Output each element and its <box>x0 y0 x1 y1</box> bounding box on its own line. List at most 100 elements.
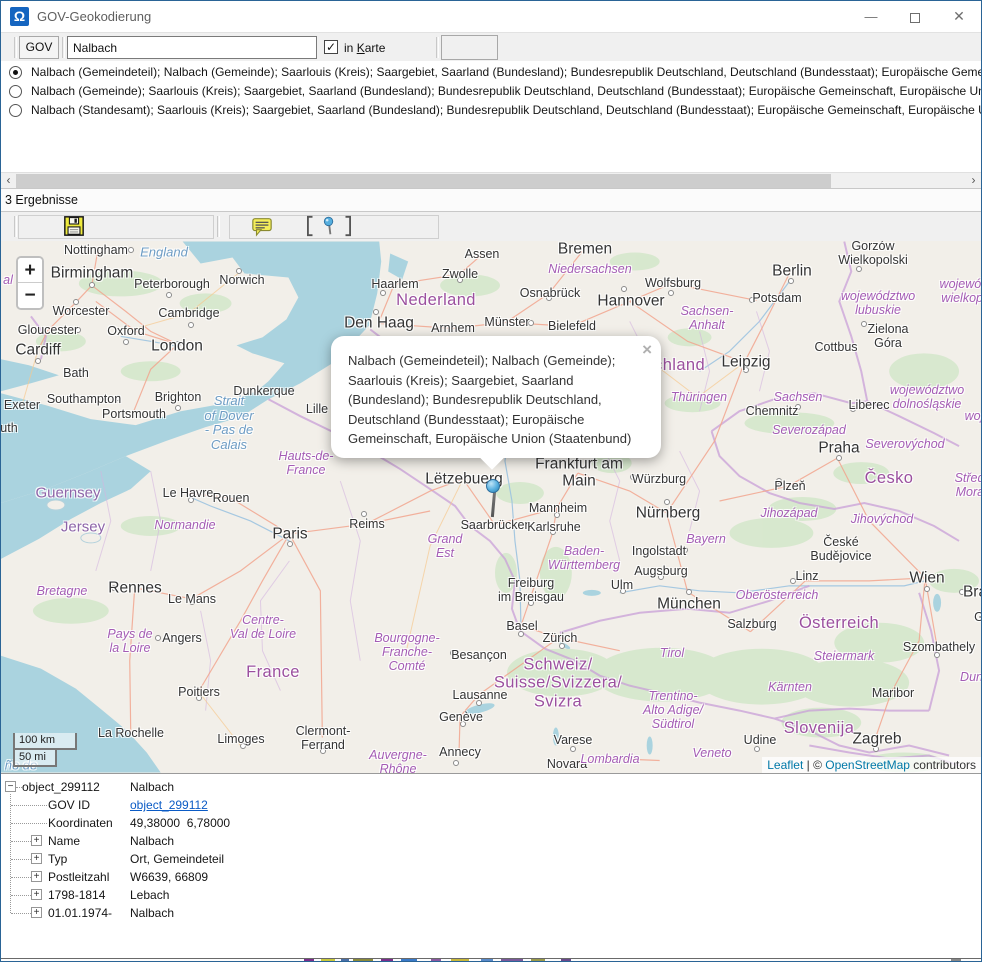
clipped-content-sliver <box>1 958 981 961</box>
tree-row-value: Lebach <box>130 886 169 904</box>
result-option[interactable]: Nalbach (Standesamt); Saarlouis (Kreis);… <box>1 101 981 120</box>
city-dot <box>873 746 879 752</box>
tree-row-value: Ort, Gemeindeteil <box>130 850 224 868</box>
city-dot <box>289 387 295 393</box>
radio-button[interactable] <box>9 85 22 98</box>
tree-row-label: Koordinaten <box>48 814 113 832</box>
city-dot <box>175 405 181 411</box>
tree-collapse-box[interactable]: − <box>5 781 16 792</box>
map-popup: Nalbach (Gemeindeteil); Nalbach (Gemeind… <box>331 336 661 458</box>
city-dot <box>450 650 456 656</box>
tree-row-label: object_299112 <box>22 778 100 796</box>
show-pin-on-map-icon[interactable] <box>301 215 357 237</box>
city-dot <box>287 541 293 547</box>
scrollbar-thumb[interactable] <box>16 174 831 188</box>
tree-row-value: Nalbach <box>130 832 174 850</box>
popup-close-icon[interactable]: × <box>642 340 652 360</box>
city-dot <box>743 367 749 373</box>
osm-link[interactable]: OpenStreetMap <box>825 758 910 772</box>
result-option[interactable]: Nalbach (Gemeindeteil); Nalbach (Gemeind… <box>1 63 981 82</box>
city-dot <box>528 600 534 606</box>
tree-expand-box[interactable]: + <box>31 853 42 864</box>
city-dot <box>518 631 524 637</box>
toolbar-grip[interactable] <box>217 216 220 237</box>
save-floppy-icon[interactable] <box>61 215 87 237</box>
city-dot <box>123 339 129 345</box>
city-dot <box>476 700 482 706</box>
tree-row-value: Nalbach <box>130 778 174 796</box>
maximize-button[interactable] <box>893 1 937 32</box>
city-dot <box>934 652 940 658</box>
tree-row-label: Name <box>48 832 80 850</box>
search-input[interactable] <box>67 36 317 59</box>
gov-id-link[interactable]: object_299112 <box>130 796 208 814</box>
city-dot <box>361 511 367 517</box>
toolbar-grip[interactable] <box>14 216 17 237</box>
map-pin-marker[interactable] <box>486 479 500 493</box>
toolbar-grip[interactable] <box>14 37 17 58</box>
toolbar-grip[interactable] <box>62 37 65 58</box>
leaflet-map[interactable]: NottinghamEnglandBirminghamPeterboroughN… <box>1 241 981 773</box>
zoom-out-button[interactable]: − <box>18 283 42 308</box>
city-dot <box>664 499 670 505</box>
toolbar-grip[interactable] <box>436 37 439 58</box>
city-dot <box>457 277 463 283</box>
result-option-text: Nalbach (Gemeindeteil); Nalbach (Gemeind… <box>31 65 981 79</box>
in-karte-checkbox[interactable]: ✓ <box>324 40 338 54</box>
tree-row-label: GOV ID <box>48 796 90 814</box>
city-dot <box>128 247 134 253</box>
tree-expand-box[interactable]: + <box>31 871 42 882</box>
city-dot <box>166 292 172 298</box>
radio-button[interactable] <box>9 104 22 117</box>
zoom-in-button[interactable]: + <box>18 258 42 283</box>
city-dot <box>668 290 674 296</box>
city-dot <box>554 512 560 518</box>
tree-row-value: Nalbach <box>130 904 174 922</box>
scale-bar-mi: 50 mi <box>13 750 57 767</box>
gov-button[interactable]: GOV <box>19 36 59 59</box>
scroll-left-button[interactable]: ‹ <box>1 173 16 189</box>
result-option-text: Nalbach (Standesamt); Saarlouis (Kreis);… <box>31 103 981 117</box>
city-dot <box>111 585 117 591</box>
horizontal-scrollbar[interactable]: ‹ › <box>1 172 981 188</box>
radio-button[interactable] <box>9 66 22 79</box>
city-dot <box>89 282 95 288</box>
city-dot <box>682 547 688 553</box>
city-dot <box>790 578 796 584</box>
app-window: Ω GOV-Geokodierung — ✕ GOV ✓ in Karte Na… <box>0 0 982 962</box>
tree-expand-box[interactable]: + <box>31 835 42 846</box>
tree-expand-box[interactable]: + <box>31 889 42 900</box>
zoom-control: + − <box>16 256 44 310</box>
comment-bubble-icon[interactable] <box>249 215 275 237</box>
city-dot <box>856 266 862 272</box>
city-dot <box>570 746 576 752</box>
city-dot <box>620 588 626 594</box>
city-dot <box>175 341 181 347</box>
tree-row-label: 01.01.1974- <box>48 904 112 922</box>
result-option[interactable]: Nalbach (Gemeinde); Saarlouis (Kreis); S… <box>1 82 981 101</box>
tree-row-label: Postleitzahl <box>48 868 109 886</box>
city-dot <box>776 478 782 484</box>
leaflet-link[interactable]: Leaflet <box>767 758 803 772</box>
tree-row-label: 1798-1814 <box>48 886 105 904</box>
tree-expand-box[interactable]: + <box>31 907 42 918</box>
popup-text: Nalbach (Gemeindeteil); Nalbach (Gemeind… <box>348 351 640 449</box>
in-karte-label: in Karte <box>344 41 385 55</box>
city-dot <box>795 404 801 410</box>
close-button[interactable]: ✕ <box>937 1 981 32</box>
city-dot <box>621 286 627 292</box>
city-dot <box>240 743 246 749</box>
tree-connector <box>11 805 47 806</box>
result-option-text: Nalbach (Gemeinde); Saarlouis (Kreis); S… <box>31 84 981 98</box>
city-dot <box>188 497 194 503</box>
minimize-button[interactable]: — <box>849 1 893 32</box>
window-title: GOV-Geokodierung <box>37 9 151 24</box>
search-toolbar: GOV ✓ in Karte <box>1 32 981 61</box>
result-detail-tree: −object_299112NalbachGOV IDobject_299112… <box>1 773 981 958</box>
city-dot <box>836 455 842 461</box>
scroll-right-button[interactable]: › <box>966 173 981 189</box>
status-bar: 3 Ergebnisse <box>1 188 981 212</box>
result-count: 3 Ergebnisse <box>5 193 78 207</box>
city-dot <box>373 309 379 315</box>
city-dot <box>453 760 459 766</box>
